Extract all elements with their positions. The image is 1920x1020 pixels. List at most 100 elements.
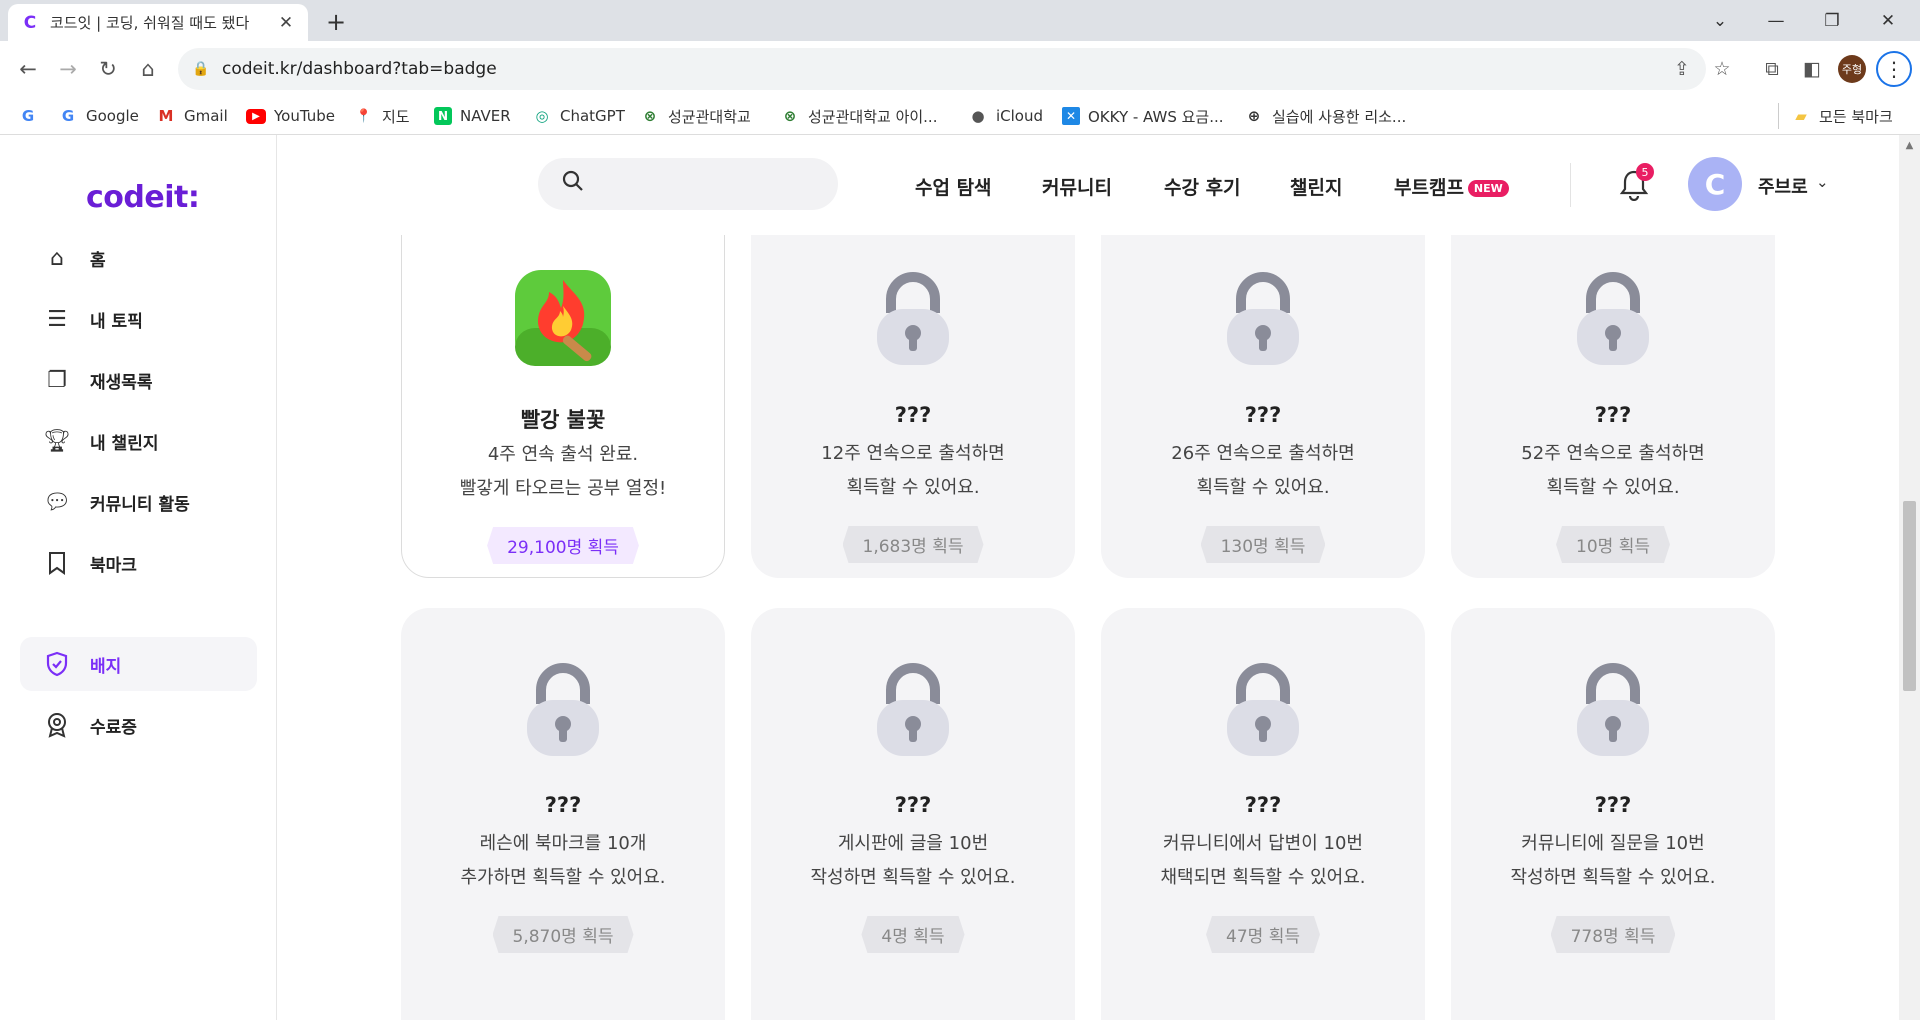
bookmark-label: iCloud <box>996 107 1044 125</box>
codeit-logo[interactable]: codeit: <box>86 180 200 215</box>
lock-icon <box>877 663 949 756</box>
badge-card[interactable]: ??? 12주 연속으로 출석하면 획득할 수 있어요. 1,683명 획득 <box>751 195 1075 578</box>
chatgpt-icon: ◎ <box>535 107 549 125</box>
bookmark-okky[interactable]: ✕ OKKY - AWS 요금... <box>1062 103 1224 129</box>
bookmark-resources[interactable]: ⊕ 실습에 사용한 리소... <box>1244 103 1407 129</box>
sidebar: codeit: ⌂ 홈 ☰ 내 토픽 ❐ 재생목록 🏆︎ 내 챌린지 💬︎ 커뮤… <box>0 135 277 1020</box>
badge-earned-count: 4명 획득 <box>861 916 964 953</box>
badge-description: 26주 연속으로 출석하면 획득할 수 있어요. <box>1101 437 1425 505</box>
badge-description-line: 26주 연속으로 출석하면 <box>1171 443 1355 464</box>
nav-course-reviews[interactable]: 수강 후기 <box>1164 173 1241 200</box>
user-avatar[interactable]: C <box>1688 157 1742 211</box>
skku-icon: ⊗ <box>643 107 657 125</box>
bookmark-google-search[interactable]: G <box>18 103 46 129</box>
browser-toolbar: ← → ↻ ⌂ 🔒 codeit.kr/dashboard?tab=badge … <box>0 41 1920 97</box>
apple-icon: ● <box>971 107 985 125</box>
sidebar-item-home[interactable]: ⌂ 홈 <box>20 231 257 285</box>
badge-card[interactable]: ??? 커뮤니티에서 답변이 10번 채택되면 획득할 수 있어요. 47명 획… <box>1101 608 1425 1020</box>
browser-tab[interactable]: C 코드잇 | 코딩, 쉬워질 때도 됐다 ✕ <box>8 4 308 41</box>
sidebar-item-label: 커뮤니티 활동 <box>90 494 190 515</box>
bookmark-youtube[interactable]: ▶ YouTube <box>246 103 335 129</box>
sidebar-item-label: 재생목록 <box>90 372 153 393</box>
nav-course-explore[interactable]: 수업 탐색 <box>915 173 992 200</box>
badge-card[interactable]: ??? 52주 연속으로 출석하면 획득할 수 있어요. 10명 획득 <box>1451 195 1775 578</box>
restore-button[interactable]: ❐ <box>1804 0 1860 41</box>
badge-card[interactable]: ??? 게시판에 글을 10번 작성하면 획득할 수 있어요. 4명 획득 <box>751 608 1075 1020</box>
lock-icon <box>877 272 949 365</box>
new-tab-button[interactable]: + <box>322 8 350 36</box>
badge-card[interactable]: ??? 레슨에 북마크를 10개 추가하면 획득할 수 있어요. 5,870명 … <box>401 608 725 1020</box>
badge-title: 빨강 불꽃 <box>520 408 606 432</box>
badge-description: 4주 연속 출석 완료. 빨갛게 타오르는 공부 열정! <box>402 438 724 506</box>
bookmarks-bar: G G Google M Gmail ▶ YouTube 📍 지도 N NAVE… <box>0 97 1920 135</box>
share-icon[interactable]: ⇪ <box>1664 51 1700 87</box>
bookmark-label: 모든 북마크 <box>1819 107 1893 126</box>
badge-description-line: 획득할 수 있어요. <box>846 477 980 498</box>
badge-description-line: 획득할 수 있어요. <box>1196 477 1330 498</box>
all-bookmarks-folder[interactable]: ▰ 모든 북마크 <box>1778 103 1893 129</box>
bookmark-label: OKKY - AWS 요금... <box>1088 107 1224 126</box>
naver-icon: N <box>434 107 452 125</box>
sidebar-item-my-challenges[interactable]: 🏆︎ 내 챌린지 <box>20 414 257 468</box>
sidebar-item-community-activity[interactable]: 💬︎ 커뮤니티 활동 <box>20 475 257 529</box>
sidebar-item-bookmarks[interactable]: 북마크 <box>20 536 257 590</box>
chat-icon: 💬︎ <box>43 489 71 515</box>
nav-community[interactable]: 커뮤니티 <box>1042 173 1112 200</box>
notification-count-badge: 5 <box>1636 163 1654 181</box>
page-scrollbar[interactable]: ▲ <box>1899 135 1920 1020</box>
bookmark-label: 지도 <box>382 107 410 126</box>
badge-card[interactable]: ??? 커뮤니티에 질문을 10번 작성하면 획득할 수 있어요. 778명 획… <box>1451 608 1775 1020</box>
bookmark-naver[interactable]: N NAVER <box>434 103 511 129</box>
sidebar-item-my-topics[interactable]: ☰ 내 토픽 <box>20 292 257 346</box>
badge-card[interactable]: ??? 26주 연속으로 출석하면 획득할 수 있어요. 130명 획득 <box>1101 195 1425 578</box>
sidebar-item-label: 홈 <box>90 250 106 271</box>
bookmark-google[interactable]: G Google <box>58 103 139 129</box>
sidebar-item-badges[interactable]: 배지 <box>20 637 257 691</box>
badge-description-line: 4주 연속 출석 완료. <box>487 444 639 465</box>
bookmark-chatgpt[interactable]: ◎ ChatGPT <box>532 103 624 129</box>
bookmark-icloud[interactable]: ● iCloud <box>968 103 1043 129</box>
bookmark-maps[interactable]: 📍 지도 <box>354 103 410 129</box>
extensions-icon[interactable]: ⧉ <box>1754 51 1790 87</box>
address-bar[interactable]: 🔒 codeit.kr/dashboard?tab=badge <box>178 48 1706 90</box>
sidebar-item-label: 배지 <box>90 656 122 677</box>
profile-avatar[interactable]: 주형 <box>1838 55 1866 83</box>
shield-check-icon <box>44 651 70 677</box>
nav-bootcamp[interactable]: 부트캠프 NEW <box>1394 173 1509 200</box>
badge-description-line: 커뮤니티에서 답변이 10번 <box>1163 833 1363 854</box>
lock-icon <box>1577 663 1649 756</box>
sidebar-item-certificates[interactable]: 수료증 <box>20 698 257 752</box>
lock-icon <box>527 663 599 756</box>
username[interactable]: 주브로 <box>1758 173 1808 199</box>
sidebar-item-playlist[interactable]: ❐ 재생목록 <box>20 353 257 407</box>
forward-button[interactable]: → <box>50 51 86 87</box>
reload-button[interactable]: ↻ <box>90 51 126 87</box>
bookmark-label: Gmail <box>184 107 228 125</box>
close-tab-icon[interactable]: ✕ <box>276 13 296 33</box>
playlist-icon: ❐ <box>47 367 67 393</box>
site-header: 수업 탐색 커뮤니티 수강 후기 챌린지 부트캠프 NEW 5 C 주브로 ⌄ <box>278 135 1899 235</box>
bookmark-skku[interactable]: ⊗ 성균관대학교 <box>640 103 751 129</box>
lock-icon <box>1227 272 1299 365</box>
tab-search-chevron-icon[interactable]: ⌄ <box>1692 0 1748 41</box>
bookmark-skku-icampus[interactable]: ⊗ 성균관대학교 아이... <box>780 103 938 129</box>
bookmark-star-icon[interactable]: ☆ <box>1704 51 1740 87</box>
badge-description-line: 획득할 수 있어요. <box>1546 477 1680 498</box>
nav-challenge[interactable]: 챌린지 <box>1290 173 1342 200</box>
chevron-down-icon[interactable]: ⌄ <box>1816 173 1829 191</box>
search-input[interactable] <box>538 158 838 210</box>
new-badge: NEW <box>1467 180 1509 197</box>
search-icon <box>562 170 584 198</box>
back-button[interactable]: ← <box>10 51 46 87</box>
side-panel-icon[interactable]: ◧ <box>1794 51 1830 87</box>
bookmark-gmail[interactable]: M Gmail <box>156 103 228 129</box>
minimize-button[interactable]: — <box>1748 0 1804 41</box>
badge-description-line: 작성하면 획득할 수 있어요. <box>810 867 1016 888</box>
scroll-up-arrow-icon[interactable]: ▲ <box>1899 135 1920 155</box>
home-button[interactable]: ⌂ <box>130 51 166 87</box>
close-window-button[interactable]: ✕ <box>1860 0 1916 41</box>
header-divider <box>1570 163 1571 207</box>
scrollbar-thumb[interactable] <box>1903 501 1916 691</box>
badge-card[interactable]: 빨강 불꽃 4주 연속 출석 완료. 빨갛게 타오르는 공부 열정! 29,10… <box>401 195 725 578</box>
browser-menu-icon[interactable]: ⋮ <box>1876 51 1912 87</box>
